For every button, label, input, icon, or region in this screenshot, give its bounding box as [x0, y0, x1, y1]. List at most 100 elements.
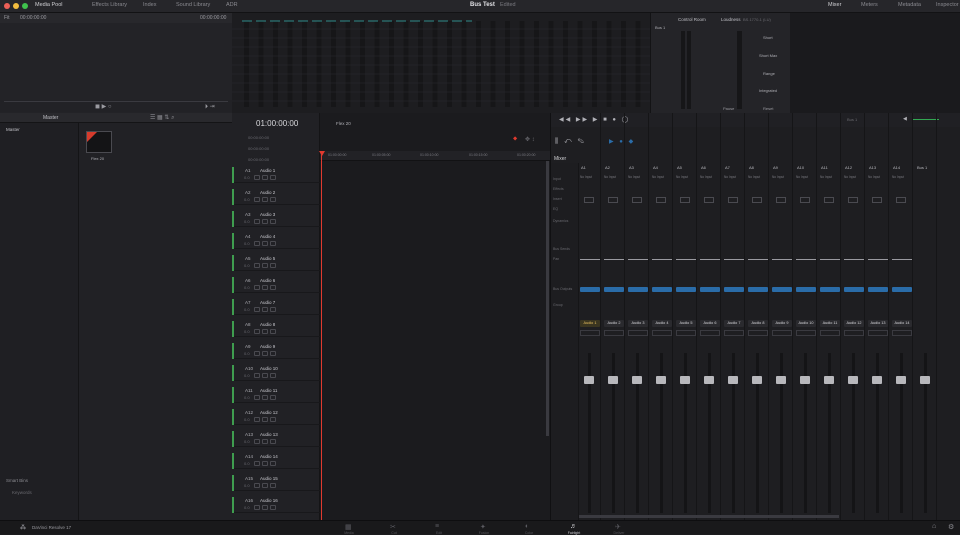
page-fusion-label[interactable]: Fusion: [470, 531, 498, 535]
page-edit-icon[interactable]: ≡: [435, 523, 439, 530]
channel-buttons[interactable]: [868, 330, 888, 336]
timeline-scrollbar[interactable]: [546, 161, 549, 436]
arm-button[interactable]: [254, 483, 260, 488]
pan-indicator[interactable]: [628, 259, 648, 260]
insert-slot[interactable]: [872, 197, 882, 203]
mute-button[interactable]: [270, 219, 276, 224]
pan-indicator[interactable]: [676, 259, 696, 260]
fader-knob[interactable]: [872, 376, 882, 384]
solo-button[interactable]: [262, 219, 268, 224]
fader-knob[interactable]: [824, 376, 834, 384]
mute-button[interactable]: [270, 241, 276, 246]
insert-slot[interactable]: [848, 197, 858, 203]
channel-buttons[interactable]: [844, 330, 864, 336]
channel-track-name[interactable]: Audio 12: [844, 320, 864, 327]
pan-indicator[interactable]: [844, 259, 864, 260]
channel-buttons[interactable]: [892, 330, 912, 336]
solo-button[interactable]: [262, 285, 268, 290]
clip-thumbnail[interactable]: [86, 131, 112, 153]
pan-indicator[interactable]: [652, 259, 672, 260]
solo-button[interactable]: [262, 263, 268, 268]
track-name[interactable]: Audio 10: [260, 366, 278, 371]
channel-track-name[interactable]: Audio 4: [652, 320, 672, 327]
track-name[interactable]: Audio 1: [260, 168, 275, 173]
viewer-scrubber[interactable]: [4, 101, 228, 102]
bus-fader-knob[interactable]: [920, 376, 930, 384]
bus-output-button[interactable]: [604, 287, 624, 292]
page-deliver-label[interactable]: Deliver: [605, 531, 633, 535]
mixer-scrollbar[interactable]: [579, 515, 839, 518]
fader-knob[interactable]: [896, 376, 906, 384]
page-color-label[interactable]: Color: [515, 531, 543, 535]
channel-input[interactable]: No Input: [772, 175, 784, 179]
channel-track-name[interactable]: Audio 3: [628, 320, 648, 327]
page-cut-icon[interactable]: ✂: [390, 523, 396, 531]
tab-media-pool[interactable]: Media Pool: [35, 2, 63, 8]
bus-output-button[interactable]: [892, 287, 912, 292]
marker-icon[interactable]: ⬥: [513, 136, 517, 143]
solo-button[interactable]: [262, 329, 268, 334]
arm-button[interactable]: [254, 373, 260, 378]
channel-track-name[interactable]: Audio 11: [820, 320, 840, 327]
mute-button[interactable]: [270, 439, 276, 444]
track-header[interactable]: A3 Audio 3 0.0: [232, 211, 320, 227]
track-header[interactable]: A10 Audio 10 0.0: [232, 365, 320, 381]
bus-output-button[interactable]: [844, 287, 864, 292]
page-fusion-icon[interactable]: ✦: [480, 523, 486, 531]
solo-button[interactable]: [262, 307, 268, 312]
channel-track-name[interactable]: Audio 2: [604, 320, 624, 327]
track-name[interactable]: Audio 7: [260, 300, 275, 305]
insert-slot[interactable]: [704, 197, 714, 203]
track-name[interactable]: Audio 2: [260, 190, 275, 195]
channel-track-name[interactable]: Audio 10: [796, 320, 816, 327]
tab-meters[interactable]: Meters: [861, 2, 878, 8]
bus-output-button[interactable]: [652, 287, 672, 292]
channel-input[interactable]: No Input: [580, 175, 592, 179]
arm-button[interactable]: [254, 417, 260, 422]
track-name[interactable]: Audio 11: [260, 388, 277, 393]
pan-indicator[interactable]: [748, 259, 768, 260]
channel-input[interactable]: No Input: [844, 175, 856, 179]
tab-sound-library[interactable]: Sound Library: [176, 2, 210, 8]
mute-button[interactable]: [270, 417, 276, 422]
insert-slot[interactable]: [824, 197, 834, 203]
arm-button[interactable]: [254, 351, 260, 356]
mute-button[interactable]: [270, 263, 276, 268]
channel-input[interactable]: No Input: [868, 175, 880, 179]
solo-button[interactable]: [262, 461, 268, 466]
smart-bin-keywords[interactable]: Keywords: [12, 490, 32, 495]
bus-output-button[interactable]: [772, 287, 792, 292]
mute-button[interactable]: [270, 197, 276, 202]
control-room-bus[interactable]: Bus 1: [655, 25, 665, 30]
channel-input[interactable]: No Input: [700, 175, 712, 179]
arm-button[interactable]: [254, 219, 260, 224]
track-name[interactable]: Audio 12: [260, 410, 278, 415]
channel-buttons[interactable]: [604, 330, 624, 336]
timeline-timecode[interactable]: 01:00:00:00: [256, 119, 298, 128]
pan-indicator[interactable]: [580, 259, 600, 260]
playhead[interactable]: [321, 151, 322, 520]
pan-indicator[interactable]: [892, 259, 912, 260]
track-name[interactable]: Audio 5: [260, 256, 275, 261]
solo-button[interactable]: [262, 483, 268, 488]
pan-indicator[interactable]: [724, 259, 744, 260]
timeline-name[interactable]: Flex 20: [336, 121, 351, 126]
solo-button[interactable]: [262, 373, 268, 378]
bus-output-button[interactable]: [700, 287, 720, 292]
solo-button[interactable]: [262, 175, 268, 180]
insert-slot[interactable]: [584, 197, 594, 203]
fader-knob[interactable]: [800, 376, 810, 384]
solo-button[interactable]: [262, 505, 268, 510]
channel-input[interactable]: No Input: [724, 175, 736, 179]
bus-output-button[interactable]: [580, 287, 600, 292]
fader-knob[interactable]: [728, 376, 738, 384]
fader-knob[interactable]: [632, 376, 642, 384]
page-edit-label[interactable]: Edit: [425, 531, 453, 535]
pan-indicator[interactable]: [868, 259, 888, 260]
arm-button[interactable]: [254, 285, 260, 290]
arm-button[interactable]: [254, 263, 260, 268]
fader-knob[interactable]: [848, 376, 858, 384]
solo-button[interactable]: [262, 241, 268, 246]
track-name[interactable]: Audio 14: [260, 454, 278, 459]
arm-button[interactable]: [254, 175, 260, 180]
